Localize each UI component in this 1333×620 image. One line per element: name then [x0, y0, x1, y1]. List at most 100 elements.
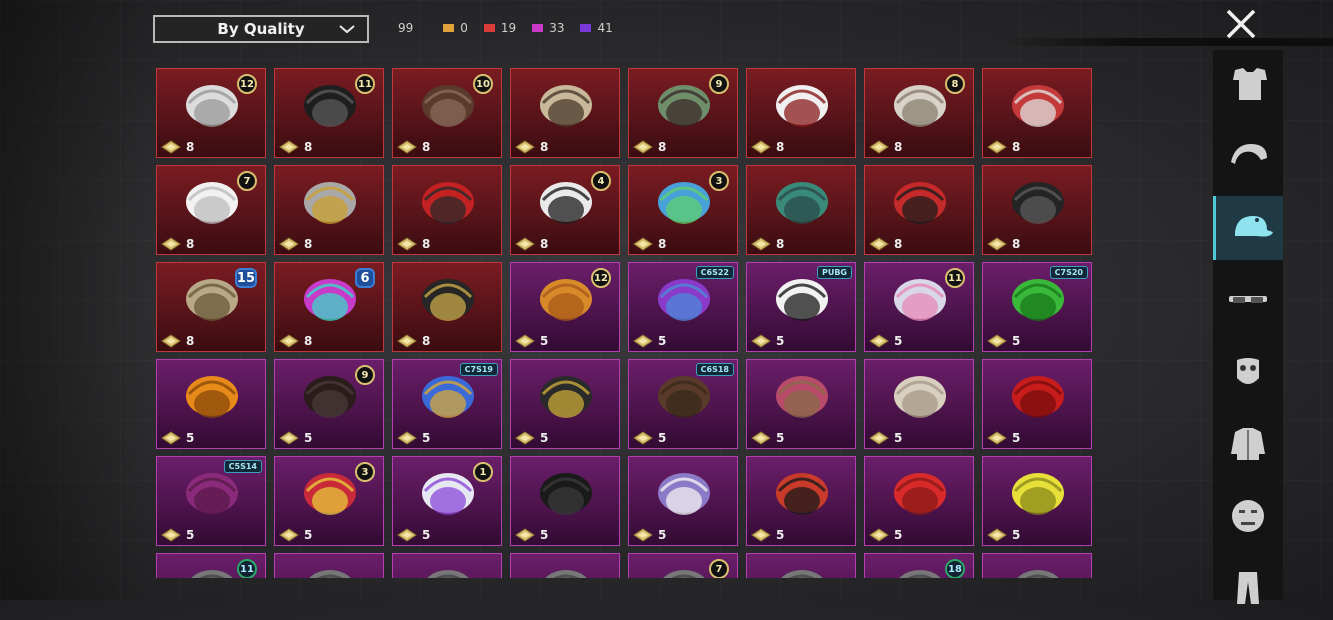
item-points: 5 [987, 528, 1020, 542]
header-divider [1000, 38, 1333, 46]
tab-outfit[interactable] [1213, 52, 1283, 116]
item-card[interactable]: C7S20 5 [982, 262, 1092, 352]
item-card[interactable]: 10 8 [392, 68, 502, 158]
partial-item-icon [1017, 570, 1059, 578]
points-value: 5 [658, 528, 667, 542]
item-card[interactable]: 8 [392, 165, 502, 255]
item-card[interactable]: 3 8 [628, 165, 738, 255]
bone-helmet-icon [540, 85, 592, 127]
item-card[interactable]: 5 [864, 359, 974, 449]
item-card[interactable]: 8 [274, 165, 384, 255]
item-card[interactable]: 11 5 [864, 262, 974, 352]
close-icon[interactable] [1222, 8, 1262, 40]
points-value: 5 [304, 528, 313, 542]
points-value: 5 [658, 334, 667, 348]
item-card[interactable]: 8 [746, 68, 856, 158]
yellow-bucket-hat-icon [1012, 473, 1064, 515]
item-points: 8 [279, 140, 312, 154]
tab-face[interactable] [1213, 484, 1283, 548]
item-card[interactable]: 8 [746, 165, 856, 255]
item-card[interactable]: 8 [510, 68, 620, 158]
item-card[interactable]: 8 [864, 165, 974, 255]
item-points: 8 [633, 237, 666, 251]
points-value: 5 [186, 431, 195, 445]
tab-hair[interactable] [1213, 124, 1283, 188]
level-badge: 8 [945, 74, 965, 94]
item-card[interactable]: 5 [628, 456, 738, 546]
item-card[interactable]: 8 [392, 262, 502, 352]
item-card[interactable]: 5 [864, 456, 974, 546]
item-card[interactable]: C7S19 5 [392, 359, 502, 449]
item-card[interactable]: 9 8 [628, 68, 738, 158]
gold-swatch [443, 24, 455, 32]
item-points: 8 [515, 237, 548, 251]
points-coin-icon [161, 431, 181, 445]
item-card[interactable] [982, 553, 1092, 578]
item-card[interactable]: 15 8 [156, 262, 266, 352]
item-points: 5 [869, 528, 902, 542]
item-card[interactable] [392, 553, 502, 578]
item-card[interactable]: 18 [864, 553, 974, 578]
item-card[interactable]: 5 [510, 456, 620, 546]
outfit-icon [1233, 68, 1267, 100]
tab-pants[interactable] [1213, 556, 1283, 620]
item-card[interactable]: 5 [510, 359, 620, 449]
item-card[interactable]: 8 8 [864, 68, 974, 158]
item-card[interactable]: 12 5 [510, 262, 620, 352]
item-points: 5 [633, 431, 666, 445]
item-card[interactable]: 5 [746, 456, 856, 546]
tab-glasses[interactable] [1213, 268, 1283, 332]
count-purple-value: 41 [597, 21, 613, 35]
item-card[interactable]: 8 [982, 165, 1092, 255]
item-card[interactable]: 5 [156, 359, 266, 449]
level-badge: 9 [709, 74, 729, 94]
dark-helmet-icon [1012, 182, 1064, 224]
item-card[interactable]: 4 8 [510, 165, 620, 255]
item-card[interactable]: C6S18 5 [628, 359, 738, 449]
item-card[interactable]: 11 [156, 553, 266, 578]
item-points: 5 [987, 334, 1020, 348]
bunny-mask-icon [658, 473, 710, 515]
item-card[interactable]: C5S14 5 [156, 456, 266, 546]
tab-hat[interactable] [1213, 196, 1283, 260]
item-points: 8 [397, 334, 430, 348]
tab-mask[interactable] [1213, 340, 1283, 404]
count-red: 19 [483, 21, 516, 35]
tab-jacket[interactable] [1213, 412, 1283, 476]
item-card[interactable]: 3 5 [274, 456, 384, 546]
points-coin-icon [633, 431, 653, 445]
item-card[interactable]: C6S22 5 [628, 262, 738, 352]
item-card[interactable] [746, 553, 856, 578]
item-points: 5 [161, 431, 194, 445]
item-card[interactable]: 9 5 [274, 359, 384, 449]
points-value: 5 [422, 431, 431, 445]
item-points: 5 [869, 431, 902, 445]
item-card[interactable]: 6 8 [274, 262, 384, 352]
item-grid-viewport[interactable]: 12 8 11 8 10 8 8 9 8 8 8 8 8 7 8 8 8 4 8… [156, 68, 1092, 578]
points-value: 5 [776, 431, 785, 445]
item-card[interactable]: 5 [982, 456, 1092, 546]
tricorn-hat-icon [422, 279, 474, 321]
item-card[interactable]: 11 8 [274, 68, 384, 158]
item-card[interactable]: 1 5 [392, 456, 502, 546]
points-coin-icon [751, 431, 771, 445]
points-coin-icon [633, 237, 653, 251]
points-coin-icon [515, 237, 535, 251]
item-card[interactable] [274, 553, 384, 578]
item-card[interactable]: 12 8 [156, 68, 266, 158]
item-card[interactable]: 7 [628, 553, 738, 578]
sort-dropdown[interactable]: By Quality [153, 15, 369, 43]
item-card[interactable]: 7 8 [156, 165, 266, 255]
item-card[interactable]: 5 [746, 359, 856, 449]
item-points: 5 [515, 431, 548, 445]
pants-icon [1237, 572, 1259, 604]
item-card[interactable] [510, 553, 620, 578]
season-tag: C6S22 [695, 266, 734, 279]
points-coin-icon [633, 334, 653, 348]
item-card[interactable]: 5 [982, 359, 1092, 449]
item-card[interactable]: 8 [982, 68, 1092, 158]
item-card[interactable]: PUBG 5 [746, 262, 856, 352]
season-tag: C7S20 [1049, 266, 1088, 279]
count-pink-value: 33 [549, 21, 565, 35]
points-value: 5 [1012, 431, 1021, 445]
